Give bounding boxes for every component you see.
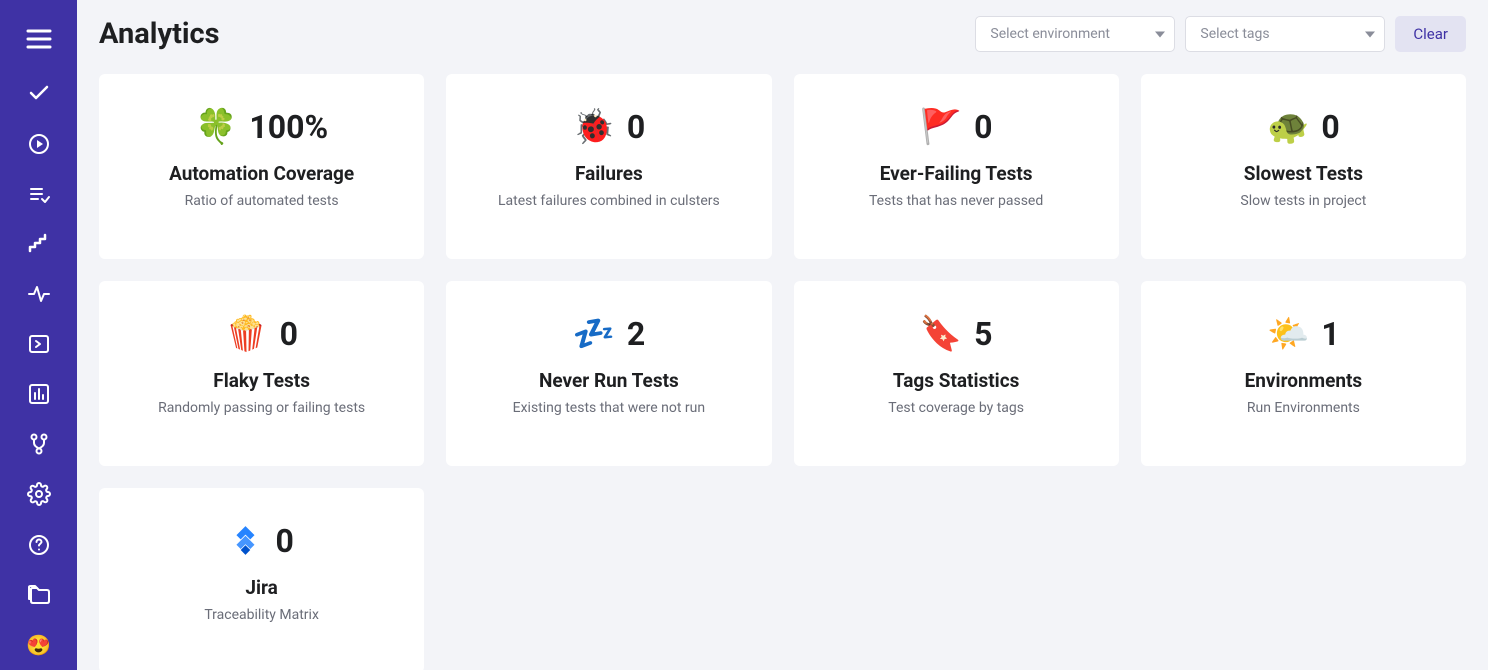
card-value: 1 [1321, 318, 1339, 350]
card-value: 0 [280, 318, 298, 350]
turtle-icon: 🐢 [1267, 110, 1309, 144]
nav-folder-icon[interactable] [0, 570, 77, 620]
card-subtitle: Run Environments [1247, 400, 1360, 416]
nav-help-icon[interactable] [0, 520, 77, 570]
card-automation-coverage[interactable]: 🍀 100% Automation Coverage Ratio of auto… [99, 74, 424, 259]
nav-settings-icon[interactable] [0, 469, 77, 519]
card-failures[interactable]: 🐞 0 Failures Latest failures combined in… [446, 74, 771, 259]
card-value: 5 [974, 318, 992, 350]
page-header: Analytics Select environment Select tags… [99, 10, 1466, 52]
card-title: Slowest Tests [1244, 162, 1363, 185]
card-tags-stats[interactable]: 🔖 5 Tags Statistics Test coverage by tag… [794, 281, 1119, 466]
card-title: Never Run Tests [539, 369, 679, 392]
main-content: Analytics Select environment Select tags… [77, 0, 1488, 670]
tags-select[interactable]: Select tags [1185, 16, 1385, 52]
sidebar: 😍 [0, 0, 77, 670]
nav-runs-icon[interactable] [0, 119, 77, 169]
hamburger-menu[interactable] [0, 18, 77, 60]
nav-checklist-icon[interactable] [0, 169, 77, 219]
environment-select-wrap: Select environment [975, 16, 1175, 52]
clear-button[interactable]: Clear [1395, 16, 1466, 52]
card-flaky[interactable]: 🍿 0 Flaky Tests Randomly passing or fail… [99, 281, 424, 466]
ladybug-icon: 🐞 [573, 110, 615, 144]
card-title: Failures [575, 162, 643, 185]
card-jira[interactable]: 0 Jira Traceability Matrix [99, 488, 424, 670]
card-value: 0 [627, 111, 645, 143]
card-title: Environments [1245, 369, 1363, 392]
card-value: 2 [627, 318, 645, 350]
clover-icon: 🍀 [195, 110, 237, 144]
card-subtitle: Tests that has never passed [869, 193, 1043, 209]
card-value: 0 [974, 111, 992, 143]
card-never-run[interactable]: 💤 2 Never Run Tests Existing tests that … [446, 281, 771, 466]
popcorn-icon: 🍿 [225, 317, 267, 351]
card-slowest[interactable]: 🐢 0 Slowest Tests Slow tests in project [1141, 74, 1466, 259]
tags-select-wrap: Select tags [1185, 16, 1385, 52]
card-subtitle: Ratio of automated tests [185, 193, 339, 209]
card-subtitle: Test coverage by tags [888, 400, 1024, 416]
card-title: Automation Coverage [169, 162, 354, 185]
nav-feedback-icon[interactable]: 😍 [0, 620, 77, 670]
sun-cloud-icon: 🌤️ [1267, 317, 1309, 351]
flag-icon: 🚩 [920, 110, 962, 144]
nav-branch-icon[interactable] [0, 419, 77, 469]
filter-controls: Select environment Select tags Clear [975, 16, 1466, 52]
page-title: Analytics [99, 17, 220, 51]
card-ever-failing[interactable]: 🚩 0 Ever-Failing Tests Tests that has ne… [794, 74, 1119, 259]
nav-steps-icon[interactable] [0, 219, 77, 269]
nav-tests-icon[interactable] [0, 68, 77, 118]
card-subtitle: Latest failures combined in culsters [498, 193, 720, 209]
card-title: Tags Statistics [893, 369, 1020, 392]
sleep-icon: 💤 [573, 317, 615, 351]
card-title: Flaky Tests [213, 369, 310, 392]
environment-select[interactable]: Select environment [975, 16, 1175, 52]
card-subtitle: Slow tests in project [1240, 193, 1366, 209]
card-value: 100% [249, 111, 328, 143]
cards-grid: 🍀 100% Automation Coverage Ratio of auto… [99, 74, 1466, 670]
nav-pulse-icon[interactable] [0, 269, 77, 319]
card-title: Jira [245, 576, 277, 599]
card-environments[interactable]: 🌤️ 1 Environments Run Environments [1141, 281, 1466, 466]
card-subtitle: Existing tests that were not run [513, 400, 705, 416]
card-value: 0 [275, 525, 293, 557]
card-subtitle: Randomly passing or failing tests [158, 400, 365, 416]
card-subtitle: Traceability Matrix [204, 607, 319, 623]
card-title: Ever-Failing Tests [880, 162, 1033, 185]
bookmark-icon: 🔖 [920, 317, 962, 351]
nav-analytics-icon[interactable] [0, 369, 77, 419]
nav-import-icon[interactable] [0, 319, 77, 369]
jira-icon [229, 524, 263, 558]
card-value: 0 [1321, 111, 1339, 143]
